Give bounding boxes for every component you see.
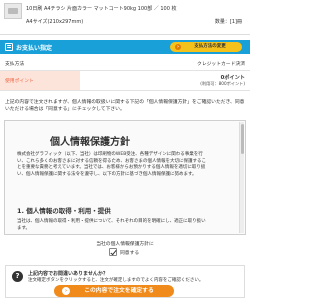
change-payment-button[interactable]: › 支払方法の変更	[170, 42, 242, 52]
policy-scrollbar[interactable]	[239, 122, 244, 233]
product-thumbnail	[4, 3, 22, 19]
policy-note: 上記の内容で注文されますが、個人情報の取扱いに関する下記の「個人情報保護方針」を…	[5, 100, 245, 112]
quantity-value: [1]冊	[229, 19, 242, 25]
confirm-box: ? 上記内容でお間違いありませんか？ 注文確定ボタンをクリックすると、注文が確定…	[5, 265, 245, 298]
policy-title: 個人情報保護方針	[50, 137, 130, 148]
agree-label[interactable]: 同意する	[120, 249, 139, 256]
payment-method-row: 支払方法 クレジットカード決済	[0, 58, 250, 71]
confirm-question: 上記内容でお間違いありませんか？	[28, 271, 108, 277]
product-row: 10日刷 A4チラシ 片面カラー マットコート90kg 100部 ／ 100 枚…	[0, 0, 250, 35]
confirm-order-button[interactable]: › この内容で注文を確定する	[54, 285, 174, 297]
payment-method-label: 支払方法	[0, 58, 80, 71]
product-name: 10日刷 A4チラシ 片面カラー マットコート90kg 100部 ／ 100 枚	[26, 6, 177, 12]
scrollbar-thumb[interactable]	[241, 124, 244, 154]
confirm-order-label: この内容で注文を確定する	[84, 288, 154, 294]
product-quantity: 数量：[1]冊	[214, 19, 242, 25]
arrow-right-icon: ›	[175, 44, 181, 50]
policy-section-title: 1. 個人情報の取得・利用・提供	[17, 207, 111, 215]
question-icon: ?	[12, 271, 23, 282]
policy-section-body: 当社は、個人情報の取得・利用・提供について、それぞれの目的を明確にし、適正に取り…	[17, 219, 206, 231]
confirm-instruction: 注文確定ボタンをクリックすると、注文が確定しますのでよく内容をご確認ください。	[28, 278, 204, 283]
privacy-policy-box[interactable]: 個人情報保護方針 株式会社グラフィック（以下、当社）は印刷物のWEB受注、各種デ…	[4, 120, 246, 235]
card-icon	[5, 43, 13, 51]
payment-header-title: お支払い指定	[16, 45, 53, 52]
policy-body: 株式会社グラフィック（以下、当社）は印刷物のWEB受注、各種デザインに関わる事業…	[17, 152, 206, 177]
agree-prompt: 当社の個人情報保護方針に	[96, 242, 154, 247]
payment-table: 支払方法 クレジットカード決済 使用ポイント 0ポイント (利用可：800ポイン…	[0, 58, 250, 91]
points-row: 使用ポイント 0ポイント (利用可：800ポイント)	[0, 70, 250, 91]
points-label: 使用ポイント	[0, 70, 80, 91]
points-value: 0ポイント	[220, 74, 245, 81]
product-size: A4サイズ(210x297mm)	[26, 19, 84, 25]
payment-header: お支払い指定 › 支払方法の変更	[0, 40, 250, 54]
agree-checkbox[interactable]	[109, 248, 117, 256]
change-payment-label: 支払方法の変更	[194, 44, 226, 49]
payment-method-value: クレジットカード決済	[80, 58, 250, 71]
arrow-right-icon: ›	[62, 287, 70, 295]
points-available: (利用可：800ポイント)	[200, 80, 245, 86]
points-cell: 0ポイント (利用可：800ポイント)	[80, 70, 250, 91]
quantity-label: 数量	[214, 19, 225, 25]
